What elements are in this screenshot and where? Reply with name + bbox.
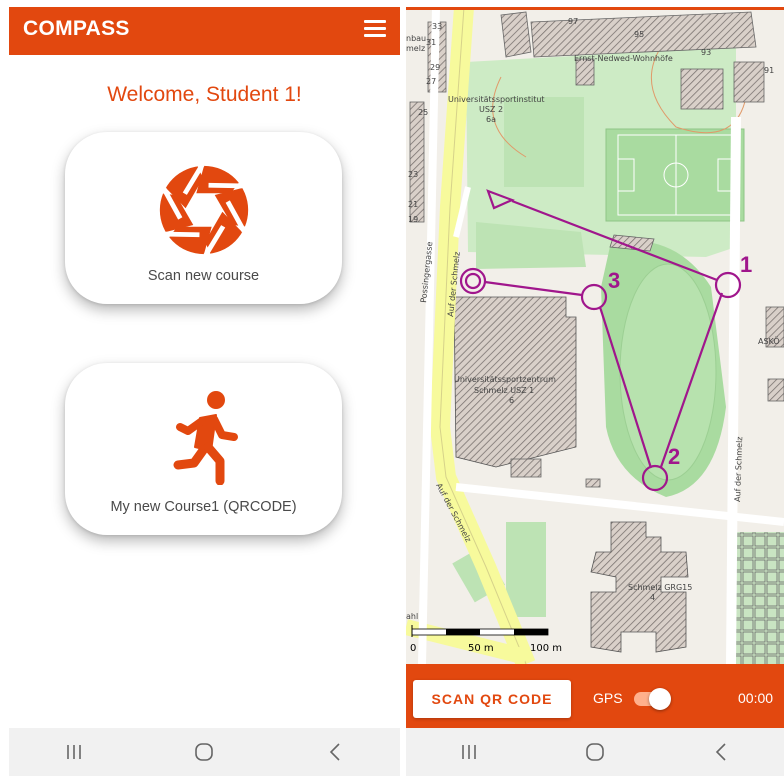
map-label: ASKÖ (758, 336, 780, 346)
map-label: melz (406, 44, 425, 53)
map-label: 29 (430, 63, 440, 72)
elapsed-timer: 00:00 (738, 690, 774, 706)
map-label: 97 (568, 17, 578, 26)
map-label: 21 (408, 200, 418, 209)
gps-toggle[interactable] (632, 688, 671, 710)
green-area (506, 522, 546, 617)
course-card-label: My new Course1 (QRCODE) (110, 499, 297, 515)
map-label: Schmelz GRG15 (628, 583, 692, 592)
scale-label: 0 (410, 643, 416, 654)
app-bar: COMPASS (9, 7, 400, 55)
scan-new-course-card[interactable]: Scan new course (65, 132, 342, 304)
sports-field (605, 128, 745, 222)
map-label: 33 (432, 22, 442, 31)
map-label: 19 (408, 215, 418, 224)
map-label: nbau (406, 34, 426, 43)
control-number: 2 (668, 444, 680, 469)
map-label: 6a (486, 115, 496, 124)
building (585, 478, 601, 488)
home-icon[interactable] (575, 732, 615, 772)
welcome-message: Welcome, Student 1! (107, 83, 302, 106)
building (500, 11, 532, 58)
scan-qr-code-button[interactable]: SCAN QR CODE (413, 680, 571, 718)
system-nav-bar (9, 728, 400, 776)
map-label: 4 (650, 593, 655, 602)
building (510, 458, 542, 478)
running-person-icon (164, 385, 244, 490)
map-label: Schmelz USZ 1 (474, 386, 534, 395)
map-label: ahl (406, 612, 418, 621)
recents-icon[interactable] (54, 732, 94, 772)
map-label: Ernst-Nedwed-Wohnhöfe (574, 54, 673, 63)
screenshot-stage: COMPASS Welcome, Student 1! Scan new cou… (0, 0, 784, 776)
map-label: 95 (634, 30, 644, 39)
control-number: 3 (608, 268, 620, 293)
map-label: 27 (426, 77, 436, 86)
gps-label: GPS (593, 690, 623, 706)
building (767, 378, 784, 402)
home-icon[interactable] (184, 732, 224, 772)
map-label: Universitätssportzentrum (454, 375, 556, 384)
allotment-gardens (734, 532, 784, 664)
map-label: 25 (418, 108, 428, 117)
road-auf-der-schmelz-east (726, 116, 741, 664)
green-area (504, 97, 584, 187)
back-icon[interactable] (701, 732, 741, 772)
recents-icon[interactable] (449, 732, 489, 772)
home-screen: COMPASS Welcome, Student 1! Scan new cou… (9, 7, 400, 776)
map-label: 6 (509, 396, 514, 405)
orienteering-map[interactable]: nbau melz 33 31 29 27 25 23 21 19 97 95 … (406, 7, 784, 664)
building (733, 61, 765, 103)
map-label: 31 (426, 38, 436, 47)
camera-shutter-icon (156, 162, 252, 263)
app-title: COMPASS (23, 17, 130, 40)
scale-label: 100 m (530, 643, 562, 654)
map-label: 93 (701, 48, 711, 57)
map-label: USZ 2 (479, 105, 503, 114)
system-nav-bar (406, 728, 784, 776)
map-label: 23 (408, 170, 418, 179)
map-label: Universitätssportinstitut (448, 95, 545, 104)
scale-label: 50 m (468, 643, 494, 654)
course-card[interactable]: My new Course1 (QRCODE) (65, 363, 342, 535)
map-screen: nbau melz 33 31 29 27 25 23 21 19 97 95 … (406, 7, 784, 776)
gps-toggle-knob (649, 688, 671, 710)
map-label: 91 (764, 66, 774, 75)
scan-new-course-label: Scan new course (147, 268, 260, 284)
back-icon[interactable] (315, 732, 355, 772)
building (680, 68, 724, 110)
control-number: 1 (740, 252, 752, 277)
hamburger-menu-icon[interactable] (364, 20, 386, 40)
map-bottom-bar: SCAN QR CODE GPS 00:00 (406, 664, 784, 728)
top-accent-line (406, 7, 784, 10)
